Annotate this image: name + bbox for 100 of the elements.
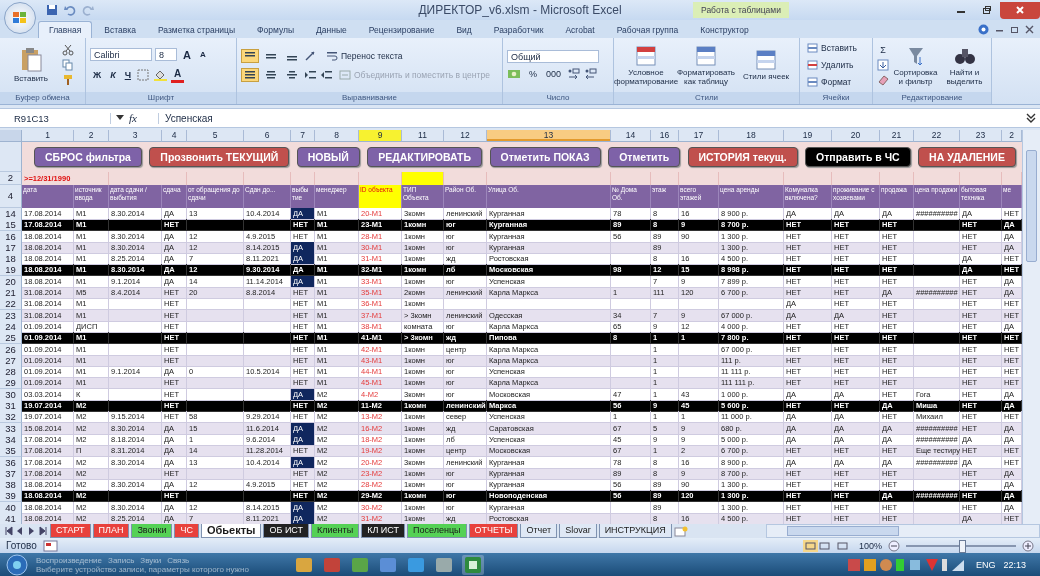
paste-button[interactable]: Вставить [4, 47, 58, 83]
ribbon-tab[interactable]: Рецензирование [358, 22, 445, 38]
macro-record-icon[interactable] [42, 539, 59, 552]
font-name-field[interactable]: Calibri [90, 48, 152, 61]
close-button[interactable] [1000, 1, 1040, 19]
column-header[interactable]: 3 [109, 130, 162, 142]
expand-icon[interactable] [1026, 112, 1036, 124]
column-header[interactable]: 16 [651, 130, 679, 142]
taskbar-app-icon[interactable] [378, 555, 398, 574]
sheet-tab[interactable]: СТАРТ [50, 524, 91, 539]
ribbon-tab[interactable]: Вид [446, 22, 482, 38]
zoom-slider-thumb[interactable] [959, 539, 966, 553]
row-header[interactable]: 35 [0, 445, 22, 458]
row-header[interactable]: 19 [0, 264, 22, 277]
copy-icon[interactable] [62, 59, 74, 71]
close-icon[interactable] [1025, 24, 1034, 34]
sheet-tab[interactable]: ОБ ИСТ [263, 524, 310, 539]
zoom-in-icon[interactable] [1022, 539, 1034, 552]
excel-app-icon[interactable] [462, 554, 484, 575]
ribbon-tab[interactable]: Главная [38, 21, 93, 38]
number-format-field[interactable]: Общий [507, 50, 599, 63]
column-header[interactable]: 4 [162, 130, 187, 142]
taskbar-app-icon[interactable] [434, 555, 454, 574]
italic-button[interactable]: К [107, 68, 119, 81]
sheet-tab[interactable]: Отчет [520, 524, 558, 539]
column-header[interactable]: 2 [1002, 130, 1022, 142]
row-header[interactable]: 31 [0, 400, 22, 413]
column-header[interactable]: 20 [832, 130, 880, 142]
increase-decimal-icon[interactable] [567, 68, 582, 80]
underline-button[interactable]: Ч [121, 68, 134, 81]
row-header[interactable]: 22 [0, 298, 22, 311]
row-header[interactable]: 25 [0, 332, 22, 345]
column-header[interactable]: 23 [960, 130, 1002, 142]
column-header[interactable]: 12 [444, 130, 487, 142]
sheet-navigation-icon[interactable] [4, 526, 48, 537]
help-icon[interactable] [978, 23, 989, 35]
row-header[interactable]: 41 [0, 513, 22, 525]
office-button[interactable] [4, 2, 36, 34]
ribbon-tab[interactable]: Вставка [94, 22, 146, 38]
font-size-field[interactable]: 8 [155, 48, 177, 61]
cells-button[interactable]: Вставить [804, 42, 861, 54]
taskbar-app-icon[interactable] [350, 555, 370, 574]
row-header[interactable]: 15 [0, 219, 22, 232]
eraser-icon[interactable] [877, 74, 889, 86]
macro-button[interactable]: НА УДАЛЕНИЕ [918, 147, 1016, 167]
sheet-tab[interactable]: ОТЧЕТЫ [468, 524, 519, 539]
decrease-decimal-icon[interactable] [584, 68, 599, 80]
cells-button[interactable]: Удалить [804, 59, 857, 71]
sheet-tab[interactable]: Клиенты [311, 524, 360, 539]
macro-button[interactable]: Отправить в ЧС [805, 147, 911, 167]
thousands-button[interactable]: 000 [543, 68, 565, 80]
row-header[interactable]: 14 [0, 208, 22, 220]
sheet-tab[interactable]: Slovar [559, 524, 597, 539]
sheet-tab[interactable]: Поселенцы [407, 524, 467, 539]
cells-button[interactable]: Формат [804, 76, 855, 88]
clock[interactable]: 22:13 [1003, 559, 1026, 570]
ribbon-tab[interactable]: Рабочая группа [606, 22, 689, 38]
row-header[interactable]: 32 [0, 411, 22, 424]
align-button[interactable] [241, 48, 259, 63]
formula-field[interactable]: Успенская [158, 112, 1021, 124]
percent-button[interactable]: % [526, 68, 540, 80]
macro-button[interactable]: РЕДАКТИРОВАТЬ [367, 147, 483, 167]
ribbon-tab[interactable]: Формулы [247, 22, 305, 38]
align-button[interactable] [241, 67, 259, 82]
column-header[interactable]: 6 [244, 130, 291, 142]
macro-button[interactable]: Отметить [608, 147, 681, 167]
name-box[interactable]: R91C13 [0, 112, 111, 124]
macro-button[interactable]: Прозвонить ТЕКУЩИЙ [149, 147, 290, 167]
zoom-out-icon[interactable] [888, 539, 900, 552]
row-header[interactable]: 39 [0, 490, 22, 503]
ribbon-tab[interactable]: Acrobat [555, 22, 605, 38]
column-header[interactable]: 8 [315, 130, 359, 142]
sheet-tab[interactable]: ПЛАН [92, 524, 130, 539]
column-header[interactable]: 5 [187, 130, 244, 142]
taskbar-app-icon[interactable] [294, 555, 314, 574]
column-header[interactable]: 19 [784, 130, 832, 142]
column-header[interactable]: 22 [914, 130, 960, 142]
ribbon-tab[interactable]: Данные [306, 22, 357, 38]
column-header[interactable]: 21 [880, 130, 914, 142]
styles-button[interactable]: Форматировать как таблицу [678, 44, 734, 86]
scroll-thumb[interactable] [787, 526, 899, 537]
column-header[interactable]: 9 [359, 130, 402, 142]
language-indicator[interactable]: ENG [975, 559, 996, 570]
start-button[interactable] [6, 553, 28, 576]
indent-icon[interactable] [320, 69, 333, 80]
row-header[interactable]: 38 [0, 479, 22, 492]
restore-icon[interactable] [1010, 24, 1019, 34]
column-header[interactable]: 13 [487, 130, 611, 142]
fill-down-icon[interactable] [877, 59, 889, 71]
column-header[interactable]: 17 [679, 130, 719, 142]
save-icon[interactable] [46, 4, 58, 16]
macro-button[interactable]: ИСТОРИЯ текущ. [687, 147, 798, 167]
caret-icon[interactable] [116, 115, 124, 121]
column-header[interactable]: 7 [291, 130, 315, 142]
sheet-tab[interactable]: Обьекты [200, 524, 262, 539]
row-header[interactable]: 2 [0, 172, 22, 185]
column-header[interactable]: 11 [402, 130, 444, 142]
ribbon-tab[interactable]: Разметка страницы [147, 22, 246, 38]
sheet-tab[interactable]: ЧС [174, 524, 199, 539]
indent-icon[interactable] [304, 69, 317, 80]
